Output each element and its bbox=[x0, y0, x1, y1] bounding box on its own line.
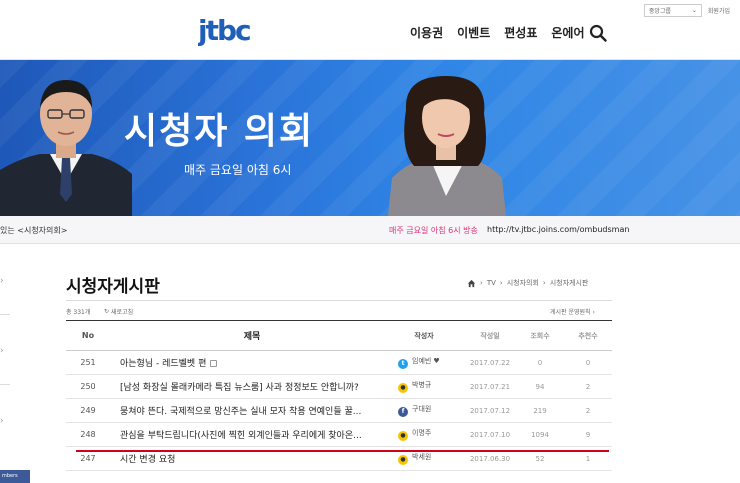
breadcrumb-item[interactable]: 시청자의회 bbox=[507, 278, 539, 288]
top-bar: jtbc 이용권 이벤트 편성표 온에어 중앙그룹 ⌄ 회원가입 bbox=[0, 0, 740, 60]
utility-links: 중앙그룹 ⌄ 회원가입 bbox=[643, 4, 730, 17]
post-date: 2017.07.10 bbox=[469, 430, 511, 439]
table-row[interactable]: 248 관심을 부탁드립니다(사진에 찍힌 외계인들과 우리에게 찾아온... … bbox=[66, 423, 612, 447]
heart-icon: ♥ bbox=[433, 357, 440, 365]
chevron-right-icon[interactable]: › bbox=[0, 346, 4, 356]
table-row[interactable]: 249 뭉쳐야 뜬다. 국제적으로 망신주는 실내 모자 착용 연예인들 꿀..… bbox=[66, 399, 612, 423]
post-recs: 0 bbox=[585, 358, 591, 367]
post-author: 박세원 bbox=[412, 453, 432, 461]
refresh-label: 새로고침 bbox=[111, 309, 134, 316]
post-views: 94 bbox=[535, 382, 545, 391]
col-views: 조회수 bbox=[530, 331, 550, 340]
breadcrumb-separator: › bbox=[542, 279, 546, 287]
male-anchor-photo bbox=[0, 80, 132, 216]
jtbc-logo[interactable]: jtbc bbox=[198, 14, 270, 46]
breadcrumb-item[interactable]: 시청자게시판 bbox=[550, 278, 589, 288]
post-count: 총 331개 bbox=[66, 309, 91, 316]
post-subject[interactable]: [남성 화장실 몰래카메라 특집 뉴스룸] 사과 정정보도 안합니까? bbox=[110, 375, 384, 399]
breadcrumb-separator: › bbox=[480, 279, 483, 287]
refresh-icon: ↻ bbox=[104, 308, 110, 315]
chevron-right-icon: › bbox=[592, 309, 595, 316]
col-subject: 제목 bbox=[243, 332, 261, 342]
nav-item-event[interactable]: 이벤트 bbox=[457, 24, 490, 41]
post-author-cell: ● 박병규 bbox=[384, 375, 464, 399]
kakao-icon: ● bbox=[398, 431, 408, 441]
post-views: 219 bbox=[533, 406, 547, 415]
post-author-cell: ● 이명주 bbox=[384, 423, 464, 447]
post-recs: 2 bbox=[585, 382, 591, 391]
table-header-row: No 제목 작성자 작성일 조회수 추천수 bbox=[66, 320, 612, 351]
post-subject[interactable]: 뭉쳐야 뜬다. 국제적으로 망신주는 실내 모자 착용 연예인들 꿀... bbox=[110, 399, 384, 423]
post-number: 248 bbox=[80, 430, 96, 439]
table-row[interactable]: 251 아는형님 - 레드벨벳 편 t 임예빈 ♥ 2017.07.22 0 0 bbox=[66, 351, 612, 375]
col-author: 작성자 bbox=[414, 331, 434, 340]
post-subject-cell[interactable]: 아는형님 - 레드벨벳 편 bbox=[110, 351, 384, 375]
post-date: 2017.07.21 bbox=[469, 382, 511, 391]
hero-banner: 시청자 의회 매주 금요일 아침 6시 bbox=[0, 60, 740, 216]
col-recs: 추천수 bbox=[578, 331, 598, 340]
svg-text:jtbc: jtbc bbox=[198, 14, 250, 46]
post-views: 0 bbox=[537, 358, 543, 367]
post-author: 임예빈 bbox=[412, 357, 432, 365]
nav-item-ticket[interactable]: 이용권 bbox=[410, 24, 443, 41]
facebook-icon: f bbox=[398, 407, 408, 417]
chevron-right-icon[interactable]: › bbox=[0, 276, 4, 286]
lock-icon bbox=[210, 360, 218, 367]
post-subject[interactable]: 관심을 부탁드립니다(사진에 찍힌 외계인들과 우리에게 찾아온... bbox=[110, 423, 384, 447]
breadcrumb-item[interactable]: TV bbox=[487, 279, 496, 287]
divider bbox=[66, 300, 612, 301]
post-author-cell: t 임예빈 ♥ bbox=[384, 351, 464, 375]
highlight-underline bbox=[76, 450, 609, 452]
post-number: 249 bbox=[80, 406, 96, 415]
post-author: 박병규 bbox=[412, 381, 432, 389]
ticker-left-text: 있는 <시청자의회> bbox=[0, 226, 68, 235]
banner-subtitle: 매주 금요일 아침 6시 bbox=[184, 163, 292, 177]
breadcrumb: › TV › 시청자의회 › 시청자게시판 bbox=[467, 278, 588, 288]
col-date: 작성일 bbox=[480, 331, 500, 340]
info-strip: 있는 <시청자의회> 매주 금요일 아침 6시 방송 http://tv.jtb… bbox=[0, 216, 740, 244]
kakao-icon: ● bbox=[398, 455, 408, 465]
post-author-cell: f 구대원 bbox=[384, 399, 464, 423]
post-subject[interactable]: 아는형님 - 레드벨벳 편 bbox=[120, 359, 206, 369]
post-date: 2017.07.22 bbox=[469, 358, 511, 367]
home-icon[interactable] bbox=[467, 279, 476, 288]
table-row[interactable]: 250 [남성 화장실 몰래카메라 특집 뉴스룸] 사과 정정보도 안합니까? … bbox=[66, 375, 612, 399]
nav-item-onair[interactable]: 온에어 bbox=[551, 24, 584, 41]
post-number: 251 bbox=[80, 358, 96, 367]
post-table: No 제목 작성자 작성일 조회수 추천수 251 아는형님 - 레드벨벳 편 … bbox=[66, 320, 612, 471]
ombudsman-url-link[interactable]: http://tv.jtbc.joins.com/ombudsman bbox=[487, 225, 629, 234]
sidebar-divider bbox=[0, 384, 10, 385]
twitter-icon: t bbox=[398, 359, 408, 369]
banner-title: 시청자 의회 bbox=[124, 111, 315, 152]
group-dropdown-label: 중앙그룹 bbox=[648, 8, 671, 15]
board-rules-label: 게시판 운영원칙 bbox=[550, 309, 591, 316]
search-icon[interactable] bbox=[589, 24, 607, 42]
main-nav: 이용권 이벤트 편성표 온에어 bbox=[410, 24, 585, 41]
post-recs: 2 bbox=[585, 406, 591, 415]
group-dropdown[interactable]: 중앙그룹 ⌄ bbox=[643, 4, 702, 17]
members-tag[interactable]: mbers bbox=[0, 470, 30, 483]
board-rules-link[interactable]: 게시판 운영원칙 › bbox=[550, 307, 595, 316]
broadcast-time-text: 매주 금요일 아침 6시 방송 bbox=[389, 226, 478, 235]
kakao-icon: ● bbox=[398, 383, 408, 393]
nav-item-schedule[interactable]: 편성표 bbox=[504, 24, 537, 41]
left-sidebar: › › › bbox=[0, 244, 22, 483]
sidebar-divider bbox=[0, 314, 10, 315]
female-anchor-photo bbox=[388, 76, 506, 216]
chevron-down-icon: ⌄ bbox=[691, 7, 697, 14]
breadcrumb-separator: › bbox=[499, 279, 503, 287]
post-views: 1094 bbox=[531, 430, 549, 439]
post-author: 이명주 bbox=[412, 429, 432, 437]
post-date: 2017.07.12 bbox=[469, 406, 511, 415]
chevron-right-icon[interactable]: › bbox=[0, 416, 4, 426]
post-author: 구대원 bbox=[412, 405, 432, 413]
post-number: 250 bbox=[80, 382, 96, 391]
col-no: No bbox=[81, 331, 95, 340]
refresh-button[interactable]: ↻ 새로고침 bbox=[104, 307, 133, 316]
page-title: 시청자게시판 bbox=[66, 277, 160, 297]
post-recs: 9 bbox=[585, 430, 591, 439]
signup-link[interactable]: 회원가입 bbox=[708, 4, 730, 17]
